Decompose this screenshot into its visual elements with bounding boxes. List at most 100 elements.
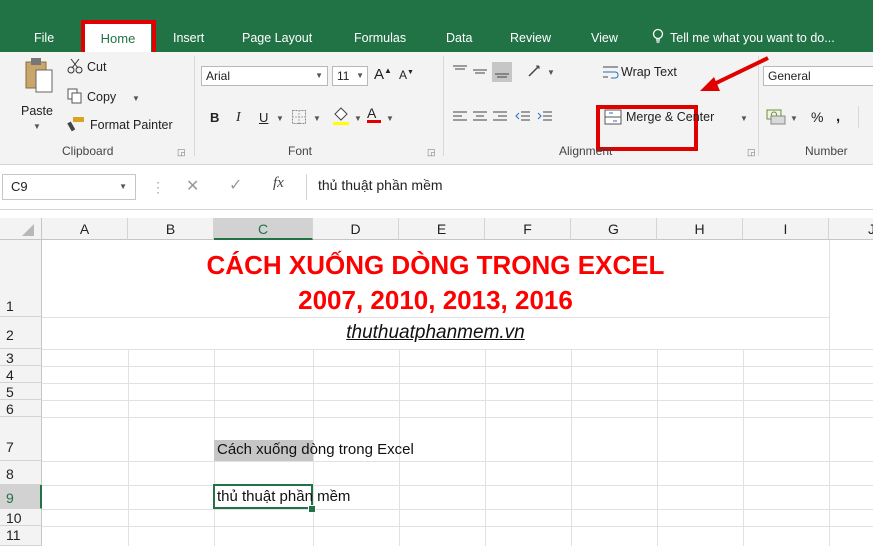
cut-button[interactable]: Cut [87,60,106,74]
gridline [42,485,873,486]
title-line-2: 2007, 2010, 2013, 2016 [298,285,573,315]
tab-data[interactable]: Data [446,28,472,48]
row-header[interactable]: 10 [0,509,42,526]
align-middle-icon[interactable] [472,64,488,81]
website-link[interactable]: thuthuatphanmem.vn [42,322,829,344]
gridline [42,349,873,350]
column-header[interactable]: J [829,218,873,240]
row-header[interactable]: 8 [0,461,42,485]
fill-handle[interactable] [308,505,316,513]
alignment-launcher-icon[interactable]: ◲ [747,147,757,157]
row-header[interactable]: 4 [0,366,42,383]
copy-dropdown-icon[interactable]: ▼ [132,94,140,103]
row-header[interactable]: 2 [0,317,42,349]
tab-file[interactable]: File [34,28,54,48]
font-size-dropdown[interactable]: 11 ▼ [332,66,368,86]
font-name-dropdown[interactable]: Arial ▼ [201,66,328,86]
column-header[interactable]: G [571,218,657,240]
orientation-dropdown-icon[interactable]: ▼ [547,68,555,77]
column-header[interactable]: H [657,218,743,240]
paste-dropdown-icon[interactable]: ▼ [33,122,41,131]
align-left-icon[interactable] [452,110,468,127]
align-bottom-icon[interactable] [492,62,512,82]
increase-indent-icon[interactable] [537,110,553,127]
borders-icon[interactable] [291,109,307,128]
bold-button[interactable]: B [210,110,219,125]
cell-c9[interactable]: thủ thuật phần mềm [217,488,350,505]
insert-function-icon[interactable]: fx [273,175,284,192]
column-header[interactable]: E [399,218,485,240]
row-header[interactable]: 1 [0,240,42,317]
fill-color-dropdown-icon[interactable]: ▼ [354,114,362,123]
underline-dropdown-icon[interactable]: ▼ [276,114,284,123]
cancel-icon[interactable]: ✕ [186,176,199,196]
copy-button[interactable]: Copy [87,90,116,104]
align-right-icon[interactable] [492,110,508,127]
select-all-button[interactable] [0,218,42,240]
font-color-dropdown-icon[interactable]: ▼ [386,114,394,123]
merge-center-button[interactable]: Merge & Center [626,110,714,124]
gridline [42,317,829,318]
formula-bar: C9 ▼ ⋮ ✕ ✓ fx thủ thuật phần mềm [0,165,873,210]
tab-insert[interactable]: Insert [173,28,204,48]
wrap-text-button[interactable]: Wrap Text [621,65,677,79]
decrease-font-button[interactable]: A▼ [399,68,414,82]
column-header[interactable]: A [42,218,128,240]
tab-formulas[interactable]: Formulas [354,28,406,48]
underline-button[interactable]: U [259,110,268,125]
merge-center-dropdown-icon[interactable]: ▼ [740,114,748,123]
formula-input[interactable]: thủ thuật phần mềm [318,177,443,193]
tab-view[interactable]: View [591,28,618,48]
tab-home[interactable]: Home [85,24,151,52]
cell-c7[interactable]: Cách xuống dòng trong Excel [217,441,414,458]
paste-button[interactable]: Paste [21,104,53,118]
name-box[interactable]: C9 ▼ [2,174,136,200]
font-group-label: Font [288,144,313,158]
currency-dropdown-icon[interactable]: ▼ [790,114,798,123]
enter-icon[interactable]: ✓ [229,175,242,195]
title-line-1: CÁCH XUỐNG DÒNG TRONG EXCEL [206,250,665,280]
borders-dropdown-icon[interactable]: ▼ [313,114,321,123]
increase-font-button[interactable]: A▲ [374,66,392,83]
orientation-icon[interactable] [527,64,545,81]
column-header[interactable]: D [313,218,399,240]
copy-icon [67,88,83,107]
gridline [657,349,658,546]
row-header[interactable]: 11 [0,526,42,546]
chevron-down-icon: ▼ [119,182,127,191]
row-header[interactable]: 7 [0,417,42,461]
lightbulb-icon [652,28,664,48]
column-header-selected[interactable]: C [214,218,313,240]
align-center-icon[interactable] [472,110,488,127]
comma-button[interactable]: , [836,108,840,125]
wrap-text-icon [602,64,620,83]
gridline [128,349,129,546]
tell-me-search[interactable]: Tell me what you want to do... [670,28,835,48]
percent-button[interactable]: % [811,109,823,125]
gridline [42,509,873,510]
font-launcher-icon[interactable]: ◲ [427,147,437,157]
tab-review[interactable]: Review [510,28,551,48]
row-header-selected[interactable]: 9 [0,485,42,509]
gridline [42,526,873,527]
row-header[interactable]: 6 [0,400,42,417]
format-painter-button[interactable]: Format Painter [90,118,173,132]
fill-color-icon[interactable] [331,106,351,129]
align-top-icon[interactable] [452,64,468,81]
paste-icon[interactable] [20,56,54,100]
group-divider [858,106,859,128]
gridline [42,417,873,418]
clipboard-group-label: Clipboard [62,144,114,158]
gridline [743,349,744,546]
clipboard-launcher-icon[interactable]: ◲ [177,147,187,157]
font-color-icon[interactable]: A [367,105,381,123]
decrease-indent-icon[interactable] [515,110,531,127]
row-header[interactable]: 3 [0,349,42,366]
italic-button[interactable]: I [236,110,241,126]
column-header[interactable]: I [743,218,829,240]
column-header[interactable]: B [128,218,214,240]
tab-page-layout[interactable]: Page Layout [242,28,312,48]
currency-icon[interactable] [766,107,786,128]
row-header[interactable]: 5 [0,383,42,400]
column-header[interactable]: F [485,218,571,240]
